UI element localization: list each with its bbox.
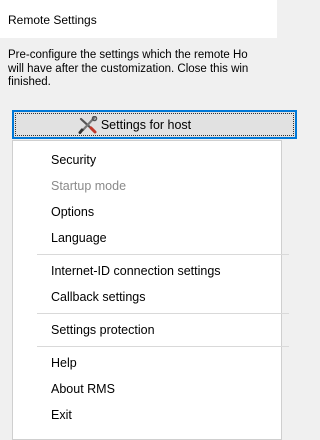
tools-icon xyxy=(78,115,98,134)
description-line-3: finished. xyxy=(8,76,51,88)
menu-separator xyxy=(37,254,289,255)
settings-for-host-button[interactable]: Settings for host xyxy=(12,110,297,139)
menu-item-internet-id-connection-settings[interactable]: Internet-ID connection settings xyxy=(51,264,221,278)
menu-item-help[interactable]: Help xyxy=(51,356,77,370)
remote-settings-window: Remote Settings Pre-configure the settin… xyxy=(0,0,297,440)
menu-separator xyxy=(37,346,289,347)
menu-item-exit[interactable]: Exit xyxy=(51,408,72,422)
menu-item-callback-settings[interactable]: Callback settings xyxy=(51,290,146,304)
settings-dropdown-menu: Security Startup mode Options Language I… xyxy=(12,140,289,440)
menu-item-about-rms[interactable]: About RMS xyxy=(51,382,115,396)
menu-separator xyxy=(37,313,289,314)
menu-item-options[interactable]: Options xyxy=(51,205,94,219)
description-line-2: will have after the customization. Close… xyxy=(8,62,249,75)
description-text: Pre-configure the settings which the rem… xyxy=(8,49,298,90)
menu-item-settings-protection[interactable]: Settings protection xyxy=(51,323,155,337)
description-line-1: Pre-configure the settings which the rem… xyxy=(8,49,248,61)
menu-item-security[interactable]: Security xyxy=(51,153,96,167)
settings-for-host-label: Settings for host xyxy=(100,117,192,132)
menu-item-language[interactable]: Language xyxy=(51,231,107,245)
menu-item-startup-mode: Startup mode xyxy=(51,179,127,193)
window-title: Remote Settings xyxy=(0,0,277,38)
